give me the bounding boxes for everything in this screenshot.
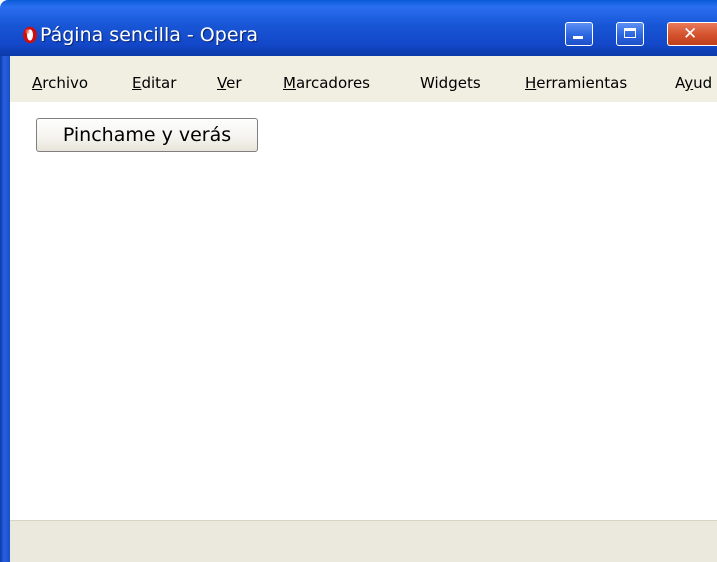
page-content: Pinchame y verás <box>10 102 717 520</box>
browser-window: Página sencilla - Opera ✕ Archivo Editar… <box>0 0 717 562</box>
window-title: Página sencilla - Opera <box>40 24 258 46</box>
menu-ayuda[interactable]: Ayud <box>675 73 712 93</box>
menu-marcadores[interactable]: Marcadores <box>283 73 370 93</box>
menu-archivo[interactable]: Archivo <box>32 73 88 93</box>
opera-logo-icon[interactable] <box>22 26 38 44</box>
maximize-button[interactable] <box>616 22 644 46</box>
minimize-button[interactable] <box>565 22 593 46</box>
status-bar <box>10 520 717 562</box>
window-frame-left <box>0 56 10 562</box>
menu-herramientas[interactable]: Herramientas <box>525 73 627 93</box>
menu-bar: Archivo Editar Ver Marcadores Widgets He… <box>10 56 717 102</box>
title-bar[interactable]: Página sencilla - Opera ✕ <box>0 0 717 56</box>
close-icon: ✕ <box>683 24 698 44</box>
menu-editar[interactable]: Editar <box>132 73 176 93</box>
pinchame-button[interactable]: Pinchame y verás <box>36 118 258 152</box>
menu-ver[interactable]: Ver <box>217 73 242 93</box>
close-button[interactable]: ✕ <box>667 22 717 46</box>
menu-widgets[interactable]: Widgets <box>420 73 481 93</box>
